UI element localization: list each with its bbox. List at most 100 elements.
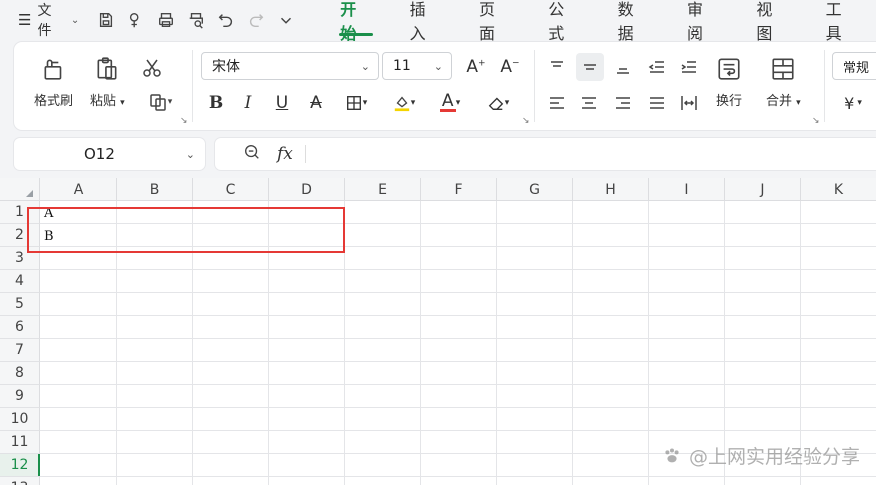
hamburger-icon: ☰ (18, 11, 32, 29)
fill-color-button[interactable]: ▾ (386, 90, 422, 116)
currency-format-button[interactable]: ¥ ▾ (836, 90, 870, 116)
distributed-align-button[interactable] (676, 90, 702, 116)
print-preview-button[interactable] (183, 7, 209, 33)
increase-indent-button[interactable] (676, 54, 702, 80)
ribbon-tabs: 开始 插入 页面 公式 数据 审阅 视图 工具 (321, 0, 876, 43)
format-painter-button[interactable]: 格式刷 (34, 56, 73, 109)
grid-line (40, 315, 876, 316)
row-header-13[interactable]: 13 (0, 477, 40, 485)
formula-bar: fx (215, 138, 876, 170)
row-header-10[interactable]: 10 (0, 408, 40, 431)
name-box[interactable]: O12 ⌄ (14, 138, 205, 170)
font-size-select[interactable]: 11 ⌄ (382, 52, 452, 80)
row-header-4[interactable]: 4 (0, 270, 40, 293)
underline-button[interactable]: U (270, 90, 294, 116)
tab-view[interactable]: 视图 (737, 0, 806, 43)
tab-page[interactable]: 页面 (460, 0, 529, 43)
row-header-6[interactable]: 6 (0, 316, 40, 339)
tab-home[interactable]: 开始 (321, 0, 390, 43)
italic-button[interactable]: I (236, 90, 260, 116)
number-format-select[interactable]: 常规 (832, 52, 876, 80)
paste-button[interactable]: 粘贴 ▾ (90, 56, 125, 109)
wrap-text-button[interactable]: 换行 (716, 56, 742, 109)
font-color-button[interactable]: A ▾ (432, 90, 468, 116)
cut-button[interactable] (140, 56, 164, 80)
align-right-icon (616, 97, 630, 109)
column-header-h[interactable]: H (573, 178, 649, 201)
grid-line (40, 292, 876, 293)
column-header-e[interactable]: E (345, 178, 421, 201)
column-header-f[interactable]: F (421, 178, 497, 201)
quick-access-toolbar (93, 7, 299, 33)
copy-button[interactable]: ▾ (142, 90, 178, 114)
decrease-font-button[interactable]: A− (498, 54, 522, 80)
chevron-down-icon: ⌄ (360, 59, 370, 73)
export-button[interactable] (123, 7, 149, 33)
redo-button[interactable] (243, 7, 269, 33)
grid-line (40, 338, 876, 339)
paw-logo-icon (665, 447, 679, 462)
column-header-c[interactable]: C (193, 178, 269, 201)
row-header-11[interactable]: 11 (0, 431, 40, 454)
chevron-down-icon: ▾ (504, 98, 510, 108)
expand-corner-icon[interactable]: ↘ (180, 116, 188, 126)
column-header-a[interactable]: A (41, 178, 117, 201)
tab-review[interactable]: 审阅 (668, 0, 737, 43)
watermark-text: @上网实用经验分享 (688, 446, 860, 468)
row-header-12[interactable]: 12 (0, 454, 40, 477)
grid-line (572, 201, 573, 485)
font-name-value: 宋体 (212, 59, 240, 75)
divider (304, 145, 306, 163)
decrease-indent-button[interactable] (644, 54, 670, 80)
more-tools-button[interactable] (273, 7, 299, 33)
align-middle-button[interactable] (576, 53, 604, 81)
row-header-5[interactable]: 5 (0, 293, 40, 316)
align-left-icon (550, 97, 564, 109)
expand-corner-icon[interactable]: ↘ (812, 116, 820, 126)
column-header-g[interactable]: G (497, 178, 573, 201)
column-header-j[interactable]: J (725, 178, 801, 201)
column-header-k[interactable]: K (801, 178, 876, 201)
formula-input[interactable] (316, 142, 876, 166)
tab-insert[interactable]: 插入 (391, 0, 460, 43)
column-header-d[interactable]: D (269, 178, 345, 201)
zoom-lookup-button[interactable] (243, 143, 261, 165)
print-button[interactable] (153, 7, 179, 33)
strikethrough-button[interactable]: A (304, 90, 328, 116)
align-bottom-icon (617, 68, 629, 74)
merge-cells-button[interactable]: 合并 ▾ (766, 56, 801, 109)
increase-font-button[interactable]: A+ (464, 54, 488, 80)
file-menu[interactable]: ☰ 文件 ⌄ (18, 0, 79, 40)
row-header-7[interactable]: 7 (0, 339, 40, 362)
align-right-button[interactable] (610, 90, 636, 116)
align-left-button[interactable] (544, 90, 570, 116)
borders-button[interactable]: ▾ (338, 90, 374, 116)
row-header-8[interactable]: 8 (0, 362, 40, 385)
align-bottom-button[interactable] (610, 54, 636, 80)
decrease-font-icon: A− (500, 57, 520, 77)
column-header-i[interactable]: I (649, 178, 725, 201)
row-header-9[interactable]: 9 (0, 385, 40, 408)
insert-function-button[interactable]: fx (277, 144, 293, 164)
save-icon (100, 13, 113, 27)
font-name-select[interactable]: 宋体 ⌄ (201, 52, 379, 80)
scissors-icon (143, 59, 161, 77)
expand-corner-icon[interactable]: ↘ (522, 116, 530, 126)
select-all-button[interactable] (0, 178, 40, 201)
tab-tools[interactable]: 工具 (807, 0, 876, 43)
column-header-b[interactable]: B (117, 178, 193, 201)
bold-button[interactable]: B (204, 90, 228, 116)
tab-formula[interactable]: 公式 (529, 0, 598, 43)
borders-icon (346, 96, 361, 110)
tab-data[interactable]: 数据 (599, 0, 668, 43)
align-top-button[interactable] (544, 54, 570, 80)
highlight-box (27, 207, 345, 253)
align-center-button[interactable] (576, 90, 602, 116)
outdent-icon (648, 61, 664, 73)
undo-button[interactable] (213, 7, 239, 33)
clear-format-button[interactable]: ▾ (480, 90, 516, 116)
format-painter-label: 格式刷 (34, 94, 74, 109)
ribbon-panel: 格式刷 粘贴 ▾ ▾ ↘ 宋体 ⌄ 11 ⌄ A+ A− B I U A ▾ ▾… (14, 42, 876, 130)
justify-button[interactable] (644, 90, 670, 116)
save-button[interactable] (93, 7, 119, 33)
